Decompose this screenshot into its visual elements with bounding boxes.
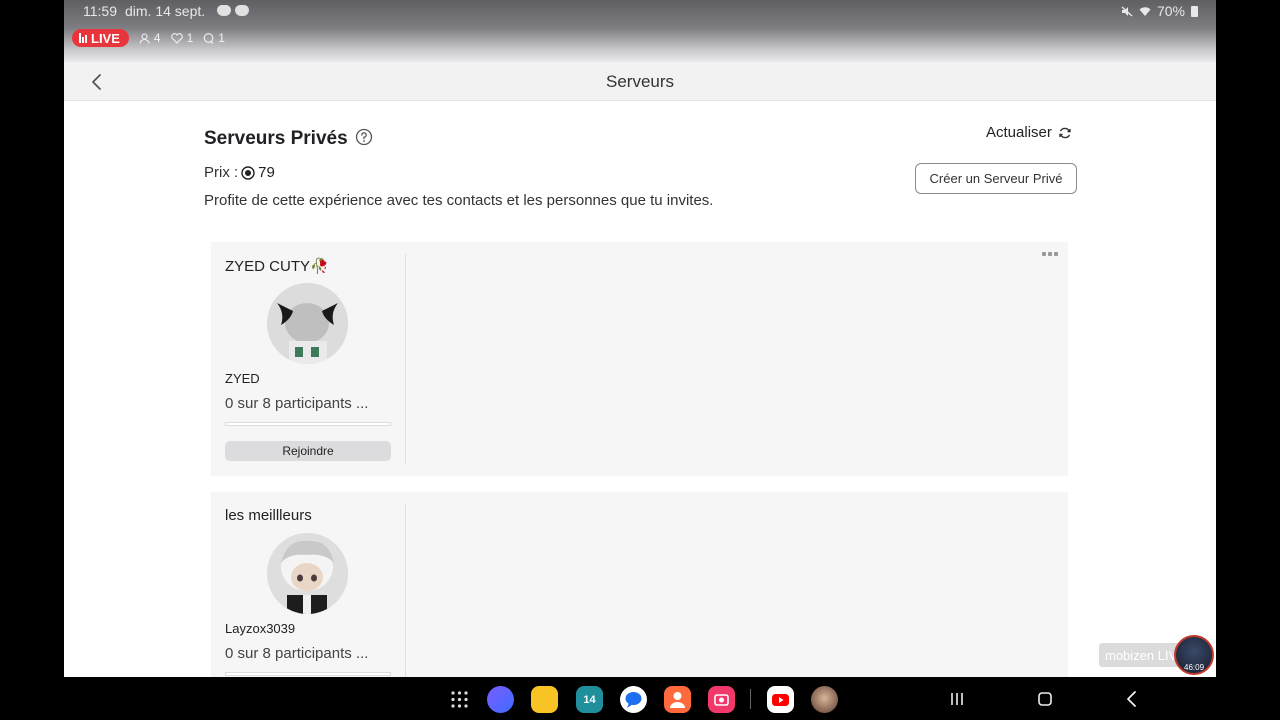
recorder-timer: 46:09 [1184,663,1205,672]
apps-grid-icon[interactable] [446,686,473,713]
robux-icon [241,165,255,180]
server-card-info: ZYED CUTY🥀 ZYED 0 sur 8 participants ...… [211,254,406,464]
price-label: Prix : [204,164,239,181]
avatar [267,283,348,364]
avatar-image [267,283,348,364]
participants-progress [225,672,391,676]
refresh-button[interactable]: Actualiser [986,124,1072,141]
refresh-label: Actualiser [986,124,1052,141]
more-dots-icon[interactable] [1042,252,1058,256]
page-title: Serveurs [605,72,675,91]
messages-app-icon[interactable] [620,686,647,713]
files-app-icon[interactable] [531,686,558,713]
heart-icon [170,32,183,44]
calendar-app-icon[interactable]: 14 [576,686,603,713]
mute-icon [1121,5,1133,17]
person-icon [139,32,150,44]
refresh-icon [1059,127,1071,138]
dock-divider [750,689,751,709]
person-icon [670,692,685,708]
server-name: les meillleurs [225,507,312,524]
participants-progress [225,422,391,426]
live-stream-bar: LIVE 4 1 1 [72,29,225,47]
live-badge[interactable]: LIVE [72,29,129,47]
battery-icon [1191,5,1198,17]
help-circle-icon[interactable] [355,128,373,146]
camera-app-icon[interactable] [708,686,735,713]
discord-icon [235,5,249,16]
avatar-image [267,533,348,614]
server-card-info: les meillleurs Layzox3039 0 sur 8 partic… [211,504,406,677]
price-row: Prix : 79 [204,164,275,181]
description: Profite de cette expérience avec tes con… [204,192,714,209]
home-icon[interactable] [1034,688,1056,710]
participants-count: 0 sur 8 participants ... [225,395,369,412]
comments-count: 1 [218,31,225,45]
join-button[interactable]: Rejoindre [225,441,391,461]
server-card: les meillleurs Layzox3039 0 sur 8 partic… [211,492,1068,677]
live-badge-label: LIVE [91,30,120,46]
likes-stat: 1 [170,31,194,45]
top-navigation: Serveurs [64,62,1216,101]
create-private-server-button[interactable]: Créer un Serveur Privé [915,163,1077,194]
play-icon [772,694,789,706]
viewers-stat: 4 [139,31,161,45]
back-icon[interactable] [1121,688,1143,710]
browser-app-icon[interactable] [487,686,514,713]
app-screen: 11:59 dim. 14 sept. 70% LIVE 4 1 1 Serve… [64,0,1216,677]
recents-icon[interactable] [946,688,968,710]
comments-stat: 1 [203,31,225,45]
wifi-icon [1139,6,1151,16]
live-bars-icon [79,33,87,43]
owner-name: ZYED [225,371,260,386]
youtube-app-icon[interactable] [767,686,794,713]
game-app-icon[interactable] [811,686,838,713]
price-value: 79 [258,164,275,181]
status-time: 11:59 [83,3,117,19]
server-card: ZYED CUTY🥀 ZYED 0 sur 8 participants ...… [211,242,1068,476]
avatar [267,533,348,614]
owner-name: Layzox3039 [225,621,296,636]
status-indicators: 70% [1121,3,1198,19]
participants-count: 0 sur 8 participants ... [225,645,369,662]
contacts-app-icon[interactable] [664,686,691,713]
comment-icon [203,32,214,44]
chat-bubble-icon [625,692,642,708]
server-name: ZYED CUTY🥀 [225,258,329,275]
discord-icon [217,5,231,16]
battery-percent: 70% [1156,3,1185,19]
status-bar: 11:59 dim. 14 sept. 70% LIVE 4 1 1 [64,0,1216,62]
viewers-count: 4 [153,31,161,45]
section-title: Serveurs Privés [204,128,348,149]
status-date: dim. 14 sept. [125,3,206,19]
likes-count: 1 [186,31,194,45]
camera-icon [714,694,729,706]
